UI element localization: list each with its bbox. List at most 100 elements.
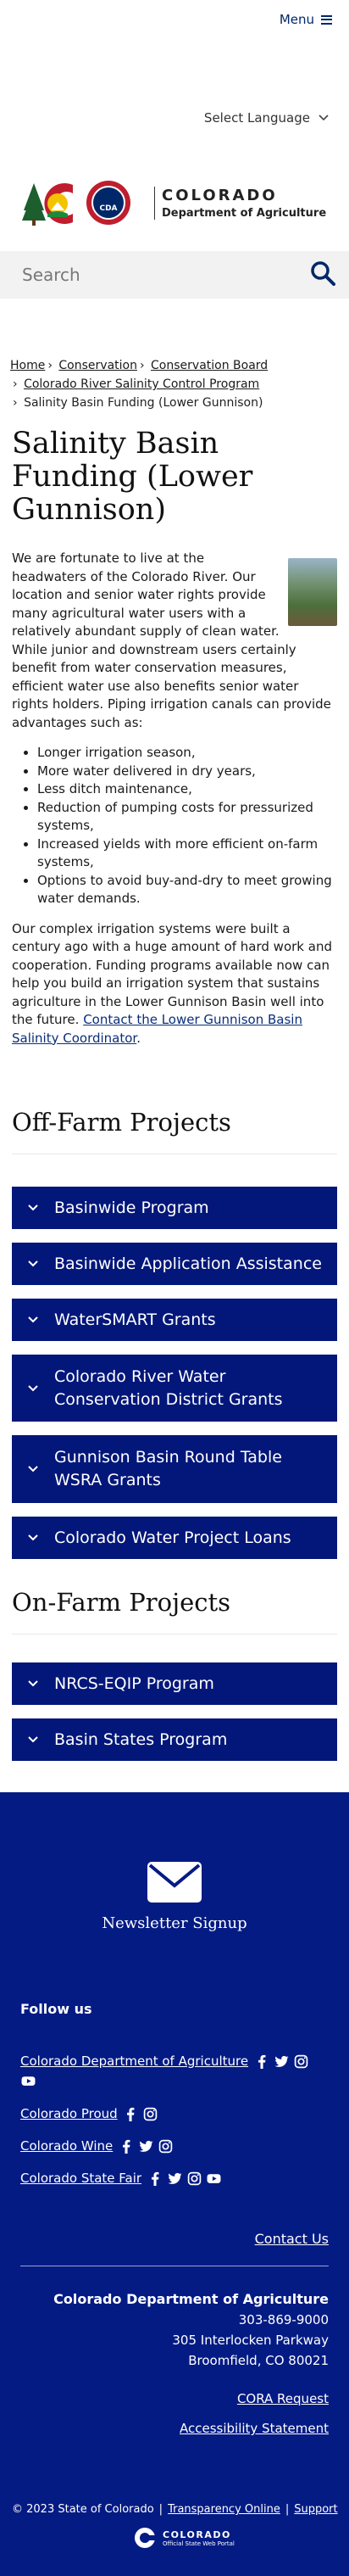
page-title: Salinity Basin Funding (Lower Gunnison) — [12, 427, 253, 527]
facebook-icon[interactable] — [119, 2138, 134, 2154]
accordion-label: Colorado Water Project Loans — [54, 1528, 291, 1547]
accordion-basinwide-program[interactable]: Basinwide Program — [12, 1187, 337, 1229]
accordion-application-assistance[interactable]: Basinwide Application Assistance — [12, 1243, 337, 1285]
youtube-icon[interactable] — [206, 2171, 221, 2186]
breadcrumb-salinity-program[interactable]: Colorado River Salinity Control Program — [24, 377, 259, 391]
search-input[interactable]: Search — [22, 265, 80, 285]
social-colorado-state-fair: Colorado State Fair — [20, 2171, 325, 2186]
chevron-down-icon — [28, 1680, 38, 1687]
breadcrumb: Home › Conservation › Conservation Board ›… — [10, 356, 332, 412]
cora-request-link[interactable]: CORA Request — [237, 2391, 329, 2406]
social-link-state-fair[interactable]: Colorado State Fair — [20, 2171, 141, 2186]
footer-city: Broomfield, CO 80021 — [188, 2353, 329, 2368]
newsletter-signup[interactable]: Newsletter Signup — [0, 1862, 349, 1932]
main-content: We are fortunate to live at the headwate… — [12, 550, 337, 1059]
chevron-down-icon — [28, 1384, 38, 1391]
logo-subtitle: Department of Agriculture — [162, 206, 327, 220]
chevron-down-icon — [319, 115, 329, 121]
transparency-online-link[interactable]: Transparency Online — [168, 2503, 280, 2516]
accordion-label: NRCS-EQIP Program — [54, 1674, 214, 1693]
accordion-water-project-loans[interactable]: Colorado Water Project Loans — [12, 1517, 337, 1559]
menu-button[interactable]: Menu — [280, 12, 332, 27]
envelope-icon — [147, 1862, 202, 1903]
chevron-down-icon — [28, 1204, 38, 1211]
legal-separator: | — [158, 2503, 163, 2516]
list-item: Options to avoid buy-and-dry to meet gro… — [37, 872, 337, 908]
colorado-c-icon — [135, 2528, 155, 2548]
support-link[interactable]: Support — [294, 2503, 337, 2516]
accordion-basin-states[interactable]: Basin States Program — [12, 1718, 337, 1761]
facebook-icon[interactable] — [254, 2054, 269, 2069]
language-select[interactable]: Select Language — [204, 110, 329, 126]
benefits-list: Longer irrigation season, More water del… — [37, 744, 337, 908]
chevron-down-icon — [28, 1736, 38, 1743]
accordion-label: WaterSMART Grants — [54, 1310, 216, 1329]
breadcrumb-conservation-board[interactable]: Conservation Board — [151, 359, 268, 372]
twitter-icon[interactable] — [138, 2138, 153, 2154]
contact-us-link[interactable]: Contact Us — [255, 2231, 329, 2247]
breadcrumb-current: Salinity Basin Funding (Lower Gunnison) — [24, 396, 263, 410]
chevron-down-icon — [28, 1316, 38, 1323]
colorado-logo-mark: CDA — [22, 181, 130, 226]
off-farm-heading: Off-Farm Projects — [12, 1108, 231, 1137]
search-bar: Search — [0, 251, 349, 299]
accordion-label: Basinwide Application Assistance — [54, 1254, 322, 1273]
on-farm-heading: On-Farm Projects — [12, 1588, 231, 1617]
state-portal-logo[interactable]: COLORADO Official State Web Portal — [132, 2527, 235, 2549]
accordion-label: Basin States Program — [54, 1729, 228, 1749]
closing-paragraph: Our complex irrigation systems were buil… — [12, 920, 332, 1046]
social-colorado-wine: Colorado Wine — [20, 2138, 325, 2154]
breadcrumb-conservation[interactable]: Conservation — [58, 359, 137, 372]
breadcrumb-separator: › — [13, 377, 18, 391]
list-item: Reduction of pumping costs for pressuriz… — [37, 799, 337, 835]
logo-title: COLORADO — [162, 186, 278, 204]
portal-subtitle: Official State Web Portal — [163, 2540, 235, 2547]
site-logo[interactable]: CDA COLORADO Department of Agriculture — [20, 176, 326, 229]
youtube-icon[interactable] — [20, 2073, 36, 2088]
footer-phone[interactable]: 303-869-9000 — [53, 2310, 329, 2330]
chevron-down-icon — [28, 1466, 38, 1472]
social-link-cda[interactable]: Colorado Department of Agriculture — [20, 2054, 248, 2069]
footer-street: 305 Interlocken Parkway — [172, 2333, 329, 2348]
search-icon[interactable] — [310, 260, 335, 286]
copyright-text: © 2023 State of Colorado — [12, 2503, 154, 2516]
logo-text: COLORADO Department of Agriculture — [154, 186, 327, 220]
logo-badge: CDA — [99, 204, 117, 213]
footer-address: Colorado Department of Agriculture 303-8… — [53, 2289, 329, 2371]
list-item: Less ditch maintenance, — [37, 780, 337, 799]
social-cda: Colorado Department of Agriculture — [20, 2054, 325, 2088]
accordion-label: Colorado River Water Conservation Distri… — [54, 1366, 283, 1409]
list-item: Longer irrigation season, — [37, 744, 337, 763]
facebook-icon[interactable] — [147, 2171, 163, 2186]
instagram-icon[interactable] — [186, 2171, 202, 2186]
portal-title: COLORADO — [163, 2529, 231, 2540]
menu-label: Menu — [279, 12, 314, 27]
accessibility-statement-link[interactable]: Accessibility Statement — [180, 2421, 329, 2436]
accordion-nrcs-eqip[interactable]: NRCS-EQIP Program — [12, 1662, 337, 1705]
social-colorado-proud: Colorado Proud — [20, 2106, 325, 2121]
portal-text: COLORADO Official State Web Portal — [163, 2529, 235, 2547]
instagram-icon[interactable] — [143, 2106, 158, 2121]
accordion-river-district-grants[interactable]: Colorado River Water Conservation Distri… — [12, 1355, 337, 1422]
breadcrumb-home[interactable]: Home — [10, 359, 45, 372]
footer-legal: © 2023 State of Colorado | Transparency … — [12, 2503, 338, 2516]
social-link-colorado-proud[interactable]: Colorado Proud — [20, 2106, 118, 2121]
hamburger-icon — [321, 14, 332, 25]
twitter-icon[interactable] — [167, 2171, 182, 2186]
breadcrumb-separator: › — [47, 359, 53, 372]
instagram-icon[interactable] — [293, 2054, 308, 2069]
accordion-wsra-grants[interactable]: Gunnison Basin Round Table WSRA Grants — [12, 1435, 337, 1503]
language-label: Select Language — [203, 110, 310, 126]
list-item: Increased yields with more efficient on-… — [37, 835, 337, 872]
social-link-colorado-wine[interactable]: Colorado Wine — [20, 2138, 113, 2154]
accordion-watersmart-grants[interactable]: WaterSMART Grants — [12, 1299, 337, 1341]
chevron-down-icon — [28, 1260, 38, 1267]
facebook-icon[interactable] — [124, 2106, 139, 2121]
newsletter-label: Newsletter Signup — [102, 1914, 247, 1932]
instagram-icon[interactable] — [158, 2138, 173, 2154]
irrigation-photo — [288, 558, 337, 626]
accordion-label: Gunnison Basin Round Table WSRA Grants — [54, 1448, 282, 1489]
top-bar: Menu — [0, 0, 349, 44]
twitter-icon[interactable] — [274, 2054, 289, 2069]
breadcrumb-separator: › — [139, 359, 145, 372]
